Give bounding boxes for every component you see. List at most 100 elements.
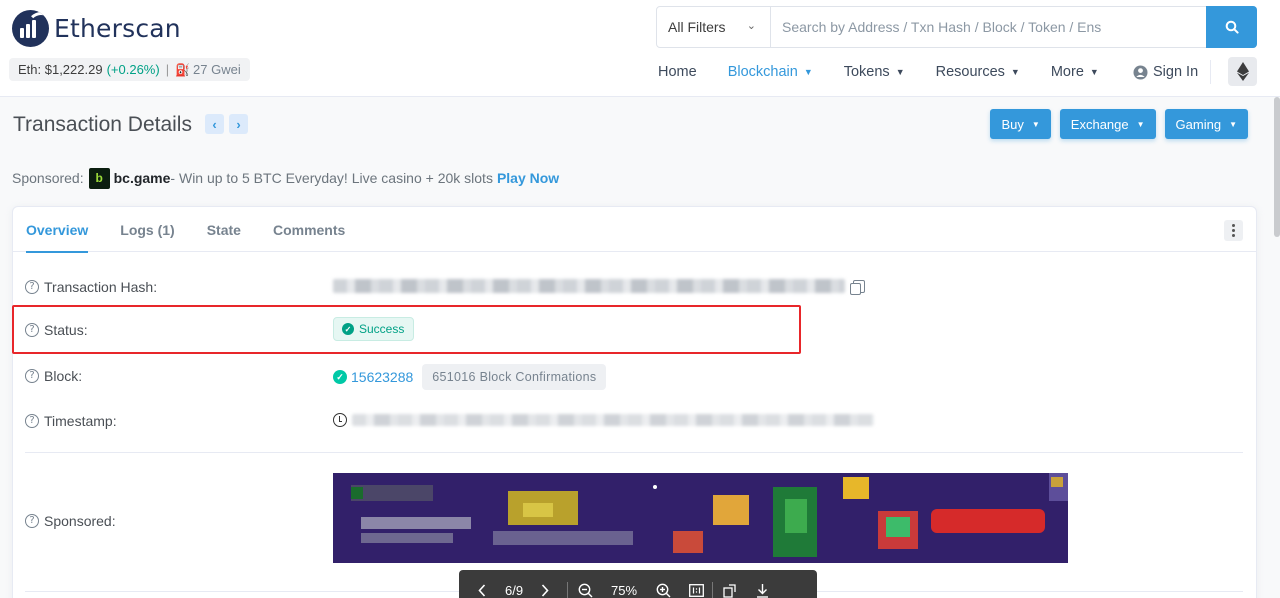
sponsor-brand[interactable]: bc.game bbox=[114, 170, 171, 186]
help-icon[interactable]: ? bbox=[25, 280, 39, 294]
eth-price-box: Eth: $1,222.29 (+0.26%) | ⛽ 27 Gwei bbox=[9, 58, 250, 81]
nav-more[interactable]: More ▼ bbox=[1051, 64, 1099, 80]
confirmations-badge: 651016 Block Confirmations bbox=[422, 364, 607, 390]
user-icon bbox=[1133, 65, 1148, 79]
search-icon bbox=[1225, 20, 1239, 34]
search-filter-label: All Filters bbox=[668, 19, 726, 35]
zoom-in-icon bbox=[656, 583, 670, 597]
etherscan-logo-icon bbox=[12, 10, 49, 47]
gaming-label: Gaming bbox=[1175, 116, 1222, 132]
sponsor-text: - Win up to 5 BTC Everyday! Live casino … bbox=[170, 170, 493, 186]
sponsored-label: Sponsored: bbox=[12, 170, 84, 186]
block-number-link[interactable]: 15623288 bbox=[351, 369, 413, 385]
actual-size-button[interactable] bbox=[680, 583, 712, 597]
zoom-out-icon bbox=[578, 583, 592, 597]
price-divider: | bbox=[165, 62, 170, 77]
prev-page-button[interactable] bbox=[459, 583, 505, 597]
play-now-link[interactable]: Play Now bbox=[497, 170, 559, 186]
tab-bar: Overview Logs (1) State Comments bbox=[13, 207, 1256, 253]
chevron-right-icon bbox=[541, 583, 549, 597]
nav-resources[interactable]: Resources ▼ bbox=[936, 64, 1020, 80]
tab-comments[interactable]: Comments bbox=[273, 207, 345, 252]
gas-pump-icon: ⛽ bbox=[175, 62, 191, 77]
tab-logs[interactable]: Logs (1) bbox=[120, 207, 174, 252]
top-actions: Buy ▼ Exchange ▼ Gaming ▼ bbox=[990, 109, 1248, 139]
previous-tx-button[interactable]: ‹ bbox=[205, 114, 224, 134]
row-transaction-hash: ? Transaction Hash: bbox=[25, 279, 157, 295]
sponsored-ad-banner[interactable] bbox=[333, 473, 1068, 563]
check-circle-icon: ✓ bbox=[342, 323, 354, 335]
nav-home-label: Home bbox=[658, 64, 697, 80]
nav-blockchain-label: Blockchain bbox=[727, 64, 798, 80]
copy-icon[interactable] bbox=[850, 279, 865, 295]
status-value: ✓ Success bbox=[333, 317, 415, 341]
buy-button[interactable]: Buy ▼ bbox=[990, 109, 1051, 139]
bcgame-logo-icon[interactable]: b bbox=[88, 167, 110, 189]
ethereum-icon bbox=[1236, 62, 1249, 81]
timestamp-value bbox=[333, 413, 874, 427]
chevron-down-icon: ▼ bbox=[1031, 119, 1040, 129]
block-value: ✓ 15623288 651016 Block Confirmations bbox=[333, 364, 607, 390]
nav-resources-label: Resources bbox=[935, 64, 1005, 80]
download-icon bbox=[756, 583, 768, 598]
sign-in-link[interactable]: Sign In bbox=[1133, 58, 1198, 86]
clock-icon bbox=[333, 413, 347, 427]
nav-tokens-label: Tokens bbox=[843, 64, 890, 80]
chevron-left-icon bbox=[478, 583, 486, 597]
buy-label: Buy bbox=[1001, 116, 1024, 132]
rotate-button[interactable] bbox=[713, 583, 747, 598]
sign-in-label: Sign In bbox=[1153, 64, 1199, 80]
chevron-down-icon: ▼ bbox=[1136, 119, 1145, 129]
check-circle-icon: ✓ bbox=[333, 370, 347, 384]
zoom-out-button[interactable] bbox=[568, 583, 602, 598]
etherscan-logo[interactable]: Etherscan bbox=[12, 10, 181, 47]
search-bar: All Filters ⌄ bbox=[656, 6, 1257, 48]
chevron-down-icon: ⌄ bbox=[746, 20, 756, 32]
main-nav: Home Blockchain ▼ Tokens ▼ Resources ▼ More… bbox=[658, 58, 1130, 86]
help-icon[interactable]: ? bbox=[25, 323, 39, 337]
rotate-icon bbox=[722, 583, 736, 598]
help-icon[interactable]: ? bbox=[25, 514, 39, 528]
nav-tokens[interactable]: Tokens ▼ bbox=[844, 64, 905, 80]
timestamp-label: Timestamp: bbox=[44, 413, 117, 429]
tab-state[interactable]: State bbox=[207, 207, 241, 252]
status-badge: ✓ Success bbox=[333, 317, 415, 341]
more-options-button[interactable] bbox=[1224, 220, 1243, 241]
image-viewer-toolbar: 6/9 75% bbox=[459, 570, 817, 598]
site-header: Etherscan Eth: $1,222.29 (+0.26%) | ⛽ 27… bbox=[0, 0, 1280, 97]
page-indicator: 6/9 bbox=[505, 582, 524, 598]
zoom-in-button[interactable] bbox=[646, 583, 680, 598]
nav-home[interactable]: Home bbox=[658, 64, 697, 80]
search-filter-select[interactable]: All Filters ⌄ bbox=[657, 7, 771, 47]
sponsored-banner: Sponsored: b bc.game - Win up to 5 BTC E… bbox=[12, 167, 559, 189]
nav-divider bbox=[1210, 60, 1211, 84]
search-button[interactable] bbox=[1206, 6, 1257, 48]
search-input[interactable] bbox=[771, 7, 1206, 47]
chevron-down-icon: ▼ bbox=[1229, 119, 1237, 129]
help-icon[interactable]: ? bbox=[25, 414, 39, 428]
row-sponsored: ? Sponsored: bbox=[25, 513, 116, 529]
network-switch-button[interactable] bbox=[1228, 57, 1257, 86]
nav-more-label: More bbox=[1050, 64, 1084, 80]
next-page-button[interactable] bbox=[523, 583, 567, 597]
tab-overview[interactable]: Overview bbox=[26, 207, 89, 253]
block-label: Block: bbox=[44, 368, 83, 384]
tx-navigation: ‹ › bbox=[205, 114, 248, 134]
gaming-button[interactable]: Gaming ▼ bbox=[1164, 109, 1248, 139]
exchange-button[interactable]: Exchange ▼ bbox=[1059, 109, 1156, 139]
gas-price[interactable]: 27 Gwei bbox=[193, 62, 241, 77]
chevron-down-icon: ▼ bbox=[1010, 67, 1020, 77]
page-scrollbar[interactable] bbox=[1274, 97, 1280, 237]
nav-blockchain[interactable]: Blockchain ▼ bbox=[728, 64, 813, 80]
row-status: ? Status: bbox=[25, 322, 88, 338]
download-button[interactable] bbox=[747, 583, 777, 598]
status-text: Success bbox=[359, 322, 405, 336]
hash-value bbox=[333, 279, 865, 295]
help-icon[interactable]: ? bbox=[25, 369, 39, 383]
eth-price[interactable]: Eth: $1,222.29 bbox=[18, 62, 103, 77]
next-tx-button[interactable]: › bbox=[229, 114, 248, 134]
chevron-left-icon: ‹ bbox=[212, 116, 217, 132]
brand-name: Etherscan bbox=[54, 14, 181, 43]
zoom-level: 75% bbox=[610, 582, 638, 598]
actual-size-icon bbox=[688, 583, 704, 597]
